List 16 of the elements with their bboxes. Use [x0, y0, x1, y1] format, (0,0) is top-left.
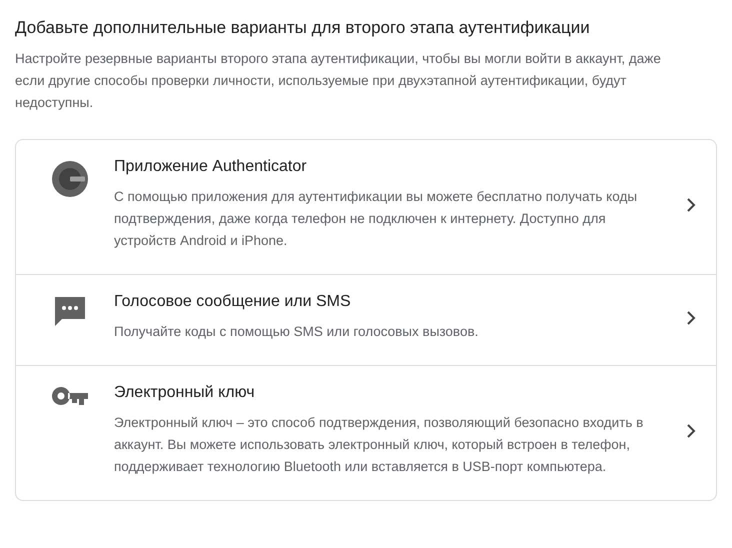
- option-title: Электронный ключ: [114, 384, 256, 402]
- option-description: Получайте коды с помощью SMS или голосовых вызовов.: [114, 323, 480, 341]
- option-description: С помощью приложения для аутентификации вы можете бесплатно получать коды подтверждения, даже когда телефон не подключен к интернету. Доступно для устройств Android и iPhone.: [114, 188, 638, 250]
- key-icon: [52, 386, 88, 406]
- option-row[interactable]: Приложение Authenticator С помощью приложения для аутентификации вы можете бесплатно получать коды подтверждения, даже когда телефон не подключен к интернету. Доступно для устройств Android и iPhone.: [16, 140, 716, 274]
- authenticator-icon: [51, 160, 89, 198]
- option-title: Голосовое сообщение или SMS: [114, 293, 352, 311]
- page-title: Добавьте дополнительные варианты для второго этапа аутентификации: [15, 18, 591, 38]
- option-description: Электронный ключ – это способ подтверждения, позволяющий безопасно входить в аккаунт. Вы можете использовать электронный ключ, который встроен в телефон, поддерживает технологию Bluetooth или вставляется в USB-порт компьютера.: [114, 414, 644, 476]
- chevron-icon: [686, 424, 696, 438]
- chevron-icon: [686, 311, 696, 325]
- chat-icon: [53, 295, 87, 327]
- chevron-icon: [686, 198, 696, 212]
- option-title: Приложение Authenticator: [114, 158, 308, 176]
- page-description: Настройте резервные варианты второго этапа аутентификации, чтобы вы могли войти в аккаунт, даже если другие способы проверки личности, используемые при двухэтапной аутентификации, будут недоступны.: [15, 50, 662, 112]
- option-row[interactable]: Голосовое сообщение или SMS Получайте коды с помощью SMS или голосовых вызовов.: [16, 274, 716, 365]
